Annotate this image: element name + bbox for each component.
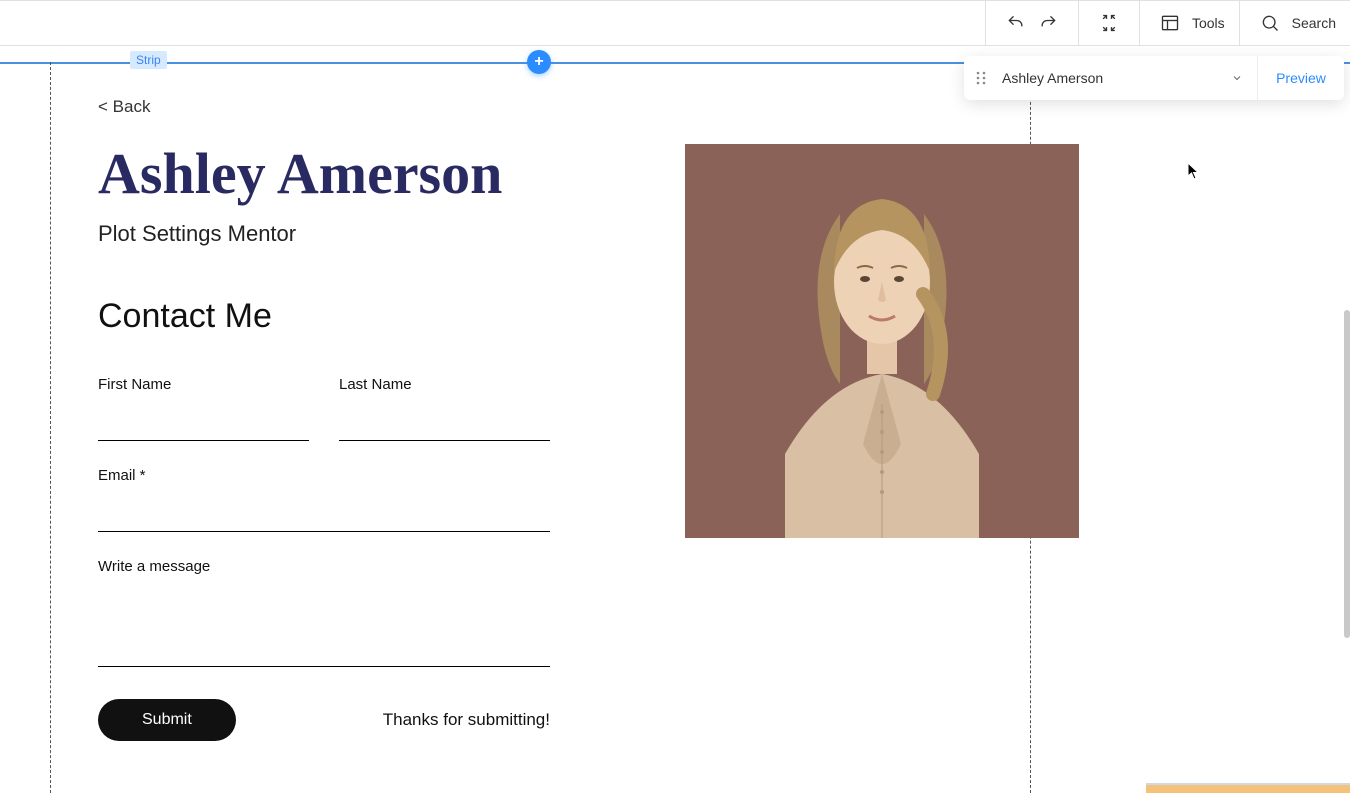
undo-button[interactable] — [1000, 7, 1032, 39]
first-name-label: First Name — [98, 376, 309, 393]
profile-image — [685, 144, 1079, 538]
preview-button[interactable]: Preview — [1258, 56, 1344, 100]
page-panel: Ashley Amerson Preview — [964, 56, 1344, 100]
back-link[interactable]: < Back — [98, 97, 150, 117]
collapse-icon[interactable] — [1093, 7, 1125, 39]
tools-label[interactable]: Tools — [1192, 15, 1225, 31]
last-name-label: Last Name — [339, 376, 550, 393]
chevron-down-icon — [1231, 72, 1243, 84]
page-select[interactable]: Ashley Amerson — [998, 56, 1258, 100]
page-name: Ashley Amerson — [1002, 70, 1103, 86]
email-input[interactable] — [98, 506, 550, 532]
scrollbar[interactable] — [1344, 310, 1350, 638]
redo-button[interactable] — [1032, 7, 1064, 39]
editor-canvas: Strip + Ashley Amerson Preview < Back As… — [0, 62, 1350, 793]
email-label: Email * — [98, 467, 550, 484]
thanks-message: Thanks for submitting! — [383, 710, 550, 730]
email-field-wrapper: Email * — [98, 467, 550, 532]
last-name-field: Last Name — [339, 376, 550, 441]
first-name-input[interactable] — [98, 415, 309, 441]
layout-icon[interactable] — [1154, 7, 1186, 39]
drag-handle-icon[interactable] — [964, 71, 998, 85]
message-input[interactable] — [98, 597, 550, 667]
last-name-input[interactable] — [339, 415, 550, 441]
first-name-field: First Name — [98, 376, 309, 441]
submit-button[interactable]: Submit — [98, 699, 236, 741]
top-toolbar: Tools Search — [985, 0, 1350, 46]
message-label: Write a message — [98, 558, 550, 575]
page-content: < Back Ashley Amerson Plot Settings Ment… — [0, 62, 1350, 741]
message-field-wrapper: Write a message — [98, 558, 550, 667]
search-label[interactable]: Search — [1292, 15, 1336, 31]
search-icon[interactable] — [1254, 7, 1286, 39]
bottom-decoration — [1146, 783, 1350, 793]
